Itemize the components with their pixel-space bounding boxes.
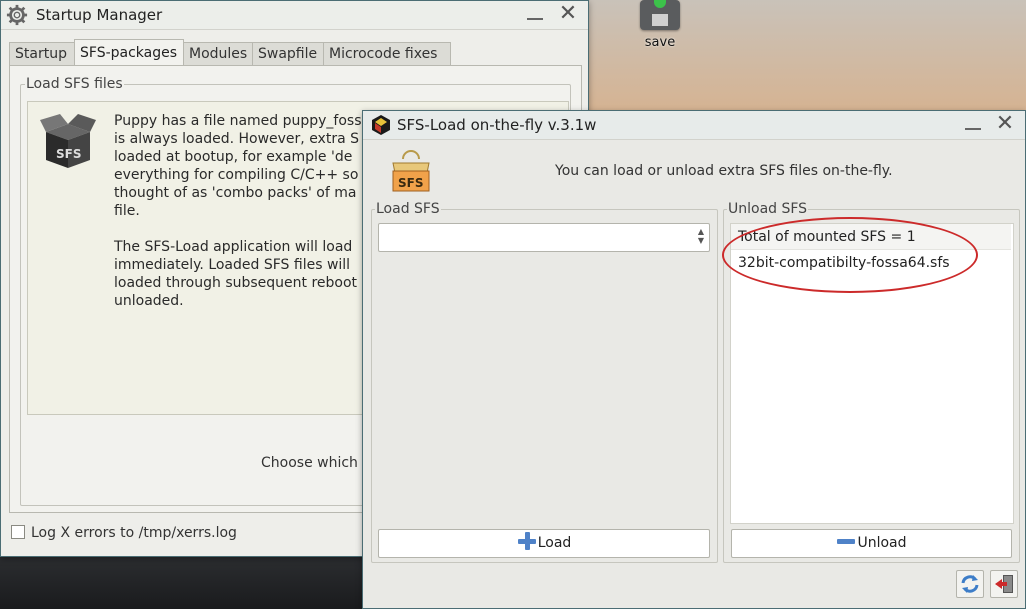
group-label: Load SFS files: [25, 76, 124, 92]
plus-icon: [517, 531, 537, 551]
tab-modules[interactable]: Modules: [183, 42, 255, 65]
mounted-sfs-list[interactable]: Total of mounted SFS = 1 32bit-compatibi…: [730, 223, 1014, 524]
minimize-icon: [527, 18, 543, 20]
load-button-label: Load: [537, 535, 572, 551]
log-errors-row[interactable]: Log X errors to /tmp/xerrs.log: [11, 525, 237, 541]
sfs-package-icon: SFS: [392, 150, 430, 192]
close-icon: ✕: [558, 1, 578, 26]
choose-text: Choose which e: [261, 455, 371, 471]
exit-door-icon: [995, 575, 1013, 593]
list-item-mounted-sfs[interactable]: 32bit-compatibilty-fossa64.sfs: [731, 250, 1011, 276]
load-sfs-label: Load SFS: [375, 201, 441, 217]
spin-arrows-icon[interactable]: ▲ ▼: [698, 227, 704, 245]
load-sfs-group: Load SFS ▲ ▼: [371, 201, 718, 563]
unload-sfs-label: Unload SFS: [727, 201, 809, 217]
save-drive-icon[interactable]: [640, 0, 680, 30]
tab-swapfile[interactable]: Swapfile: [252, 42, 326, 65]
sfs-load-titlebar[interactable]: SFS-Load on-the-fly v.3.1w ✕: [363, 111, 1025, 140]
tab-microcode-fixes[interactable]: Microcode fixes: [323, 42, 451, 65]
load-button[interactable]: Load: [378, 529, 710, 558]
save-label: save: [644, 35, 676, 50]
intro-text: You can load or unload extra SFS files o…: [555, 163, 893, 179]
sfs-load-app-icon: [372, 115, 390, 135]
log-errors-checkbox[interactable]: [11, 525, 25, 539]
sfs-load-window: SFS-Load on-the-fly v.3.1w ✕ SFS You can…: [362, 110, 1026, 609]
sfs-logo-text: SFS: [398, 176, 423, 190]
minimize-button[interactable]: [961, 113, 985, 137]
minus-icon: [836, 531, 856, 551]
desktop-save-item[interactable]: save: [636, 0, 684, 50]
window-title: SFS-Load on-the-fly v.3.1w: [397, 116, 597, 134]
startup-manager-titlebar[interactable]: Startup Manager ✕: [1, 1, 588, 30]
list-item-total-mounted[interactable]: Total of mounted SFS = 1: [731, 224, 1011, 250]
unload-button-label: Unload: [857, 535, 907, 551]
gear-icon: [6, 4, 28, 26]
sfs-box-icon: SFS: [40, 114, 96, 168]
unload-sfs-group: Unload SFS Total of mounted SFS = 1 32bi…: [723, 201, 1020, 563]
minimize-icon: [965, 128, 981, 130]
exit-button[interactable]: [990, 570, 1018, 598]
refresh-icon: [961, 575, 979, 593]
svg-text:SFS: SFS: [56, 147, 81, 161]
unload-button[interactable]: Unload: [731, 529, 1012, 558]
log-errors-label: Log X errors to /tmp/xerrs.log: [31, 525, 237, 541]
sfs-file-combo[interactable]: ▲ ▼: [378, 223, 710, 252]
tab-startup[interactable]: Startup: [9, 42, 75, 65]
minimize-button[interactable]: [523, 3, 547, 27]
refresh-button[interactable]: [956, 570, 984, 598]
window-title: Startup Manager: [36, 6, 163, 24]
tab-sfs-packages[interactable]: SFS-packages: [74, 39, 184, 66]
close-button[interactable]: ✕: [556, 3, 580, 27]
close-button[interactable]: ✕: [993, 113, 1017, 137]
close-icon: ✕: [995, 111, 1015, 136]
